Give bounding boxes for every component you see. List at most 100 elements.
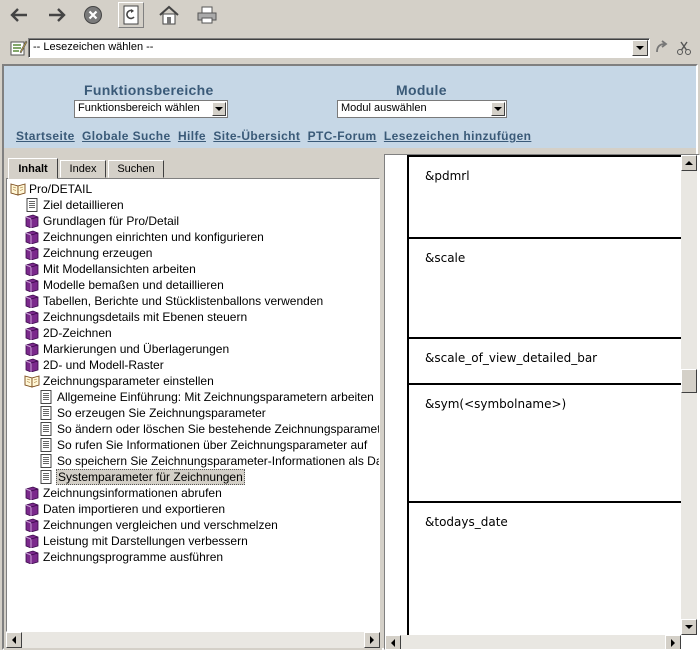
parameter-name: &sym(<symbolname>) [425, 397, 567, 411]
tree-item-label: Zeichnungen vergleichen und verschmelzen [43, 518, 278, 532]
tree-item[interactable]: Allgemeine Einführung: Mit Zeichnungspar… [38, 389, 375, 405]
parameter-row: &scale [409, 237, 689, 337]
tree-item-label: Daten importieren und exportieren [43, 502, 226, 516]
open-book-icon [10, 182, 26, 196]
scroll-up-button[interactable] [681, 155, 697, 171]
go-arrow-icon[interactable] [654, 40, 670, 56]
scroll-down-button[interactable] [681, 619, 697, 635]
tree-item[interactable]: Zeichnungsdetails mit Ebenen steuern [24, 309, 248, 325]
tree-item[interactable]: Zeichnungsparameter einstellen [24, 373, 215, 389]
tree-item[interactable]: So ändern oder löschen Sie bestehende Ze… [38, 421, 380, 437]
print-button[interactable] [194, 2, 220, 28]
refresh-button[interactable] [118, 2, 144, 28]
tab-index[interactable]: Index [60, 160, 106, 178]
tree-item[interactable]: So rufen Sie Informationen über Zeichnun… [38, 437, 368, 453]
tree-item-label: Mit Modellansichten arbeiten [43, 262, 196, 276]
tree-item[interactable]: Grundlagen für Pro/Detail [24, 213, 180, 229]
tree-item[interactable]: Mit Modellansichten arbeiten [24, 261, 197, 277]
scissors-icon[interactable] [676, 40, 692, 56]
tree-item[interactable]: 2D- und Modell-Raster [24, 357, 165, 373]
tree-item[interactable]: Zeichnung erzeugen [24, 245, 153, 261]
bookmark-select[interactable]: -- Lesezeichen wählen -- [28, 38, 650, 58]
arrow-down-icon [685, 625, 693, 629]
arrow-right-icon [370, 636, 374, 644]
tree-item-label: Zeichnungsprogramme ausführen [43, 550, 224, 564]
page-icon [24, 198, 40, 212]
book-icon [24, 246, 40, 261]
bookmark-select-value: -- Lesezeichen wählen -- [33, 41, 154, 53]
book-icon [24, 486, 40, 501]
back-button[interactable] [6, 2, 32, 28]
bookmark-dropdown-button[interactable] [632, 40, 648, 56]
tree-item-label: So ändern oder löschen Sie bestehende Ze… [57, 422, 380, 436]
functions-select[interactable]: Funktionsbereich wählen [74, 100, 228, 118]
book-icon [24, 310, 40, 325]
tree-item-label: So erzeugen Sie Zeichnungsparameter [57, 406, 266, 420]
open-book-icon [24, 374, 40, 388]
book-icon [24, 230, 40, 245]
arrow-up-icon [685, 161, 693, 165]
page-icon [38, 454, 54, 468]
tree-item[interactable]: Daten importieren und exportieren [24, 501, 226, 517]
tree-item[interactable]: Tabellen, Berichte und Stücklistenballon… [24, 293, 324, 309]
tree-item[interactable]: Modelle bemaßen und detaillieren [24, 277, 225, 293]
tree-item-label: 2D-Zeichnen [43, 326, 112, 340]
tree-item[interactable]: 2D-Zeichnen [24, 325, 113, 341]
tree-item[interactable]: Markierungen und Überlagerungen [24, 341, 230, 357]
bookmark-bar: -- Lesezeichen wählen -- [0, 34, 700, 62]
tab-suchen[interactable]: Suchen [108, 160, 164, 178]
content-horizontal-scrollbar[interactable] [385, 635, 681, 649]
contents-tree[interactable]: Pro/DETAIL Ziel detaillieren Grundlagen fü… [6, 178, 380, 632]
modules-select[interactable]: Modul auswählen [337, 100, 507, 118]
parameter-table: &pdmrl &scale &scale_of_view_detailed_bar &… [407, 155, 689, 635]
nav-links: Startseite Globale Suche Hilfe Site-Über… [16, 129, 535, 143]
home-button[interactable] [156, 2, 182, 28]
tab-inhalt[interactable]: Inhalt [8, 158, 58, 179]
home-icon [159, 5, 179, 25]
scroll-right-button[interactable] [364, 632, 380, 648]
refresh-icon [123, 5, 139, 25]
functions-label: Funktionsbereiche [84, 82, 214, 98]
navigation-pane: Inhalt Index Suchen Pro/DETAIL Ziel detai… [4, 150, 382, 650]
tree-item[interactable]: So speichern Sie Zeichnungsparameter-Inf… [38, 453, 380, 469]
content-vertical-scrollbar[interactable] [681, 155, 697, 635]
scroll-thumb[interactable] [681, 369, 697, 393]
forward-arrow-icon [49, 8, 66, 22]
tree-item[interactable]: Zeichnungen vergleichen und verschmelzen [24, 517, 279, 533]
printer-icon [197, 6, 217, 24]
functions-dropdown-button[interactable] [212, 102, 226, 116]
scroll-right-button[interactable] [665, 635, 681, 649]
tree-item[interactable]: Pro/DETAIL [10, 181, 93, 197]
modules-label: Module [396, 82, 447, 98]
chevron-down-icon [636, 46, 644, 50]
help-frame: Funktionsbereiche Funktionsbereich wähle… [2, 64, 700, 650]
link-globale-suche[interactable]: Globale Suche [82, 129, 171, 143]
tree-item[interactable]: Ziel detaillieren [24, 197, 125, 213]
bookmark-edit-icon[interactable] [10, 39, 28, 57]
tree-item[interactable]: Zeichnungsinformationen abrufen [24, 485, 223, 501]
tree-item[interactable]: Zeichnungen einrichten und konfigurieren [24, 229, 265, 245]
stop-button[interactable] [80, 2, 106, 28]
tree-item[interactable]: So erzeugen Sie Zeichnungsparameter [38, 405, 267, 421]
tree-item-label: Modelle bemaßen und detaillieren [43, 278, 224, 292]
scroll-left-button[interactable] [385, 635, 401, 649]
tree-horizontal-scrollbar[interactable] [6, 632, 380, 648]
arrow-left-icon [391, 639, 395, 647]
tree-item[interactable]: Systemparameter für Zeichnungen [38, 469, 245, 485]
page-icon [38, 406, 54, 420]
arrow-right-icon [671, 639, 675, 647]
modules-dropdown-button[interactable] [491, 102, 505, 116]
link-site-uebersicht[interactable]: Site-Übersicht [213, 129, 300, 143]
tree-item-label: So speichern Sie Zeichnungsparameter-Inf… [57, 454, 380, 468]
link-ptc-forum[interactable]: PTC-Forum [308, 129, 377, 143]
tree-item[interactable]: Zeichnungsprogramme ausführen [24, 549, 224, 565]
tree-item[interactable]: Leistung mit Darstellungen verbessern [24, 533, 249, 549]
tree-item-label: Markierungen und Überlagerungen [43, 342, 230, 356]
tree-item-label: Tabellen, Berichte und Stücklistenballon… [43, 294, 324, 308]
forward-button[interactable] [44, 2, 70, 28]
link-hilfe[interactable]: Hilfe [178, 129, 206, 143]
link-startseite[interactable]: Startseite [16, 129, 75, 143]
book-icon [24, 262, 40, 277]
link-lesezeichen-hinzufuegen[interactable]: Lesezeichen hinzufügen [384, 129, 532, 143]
scroll-left-button[interactable] [6, 632, 22, 648]
